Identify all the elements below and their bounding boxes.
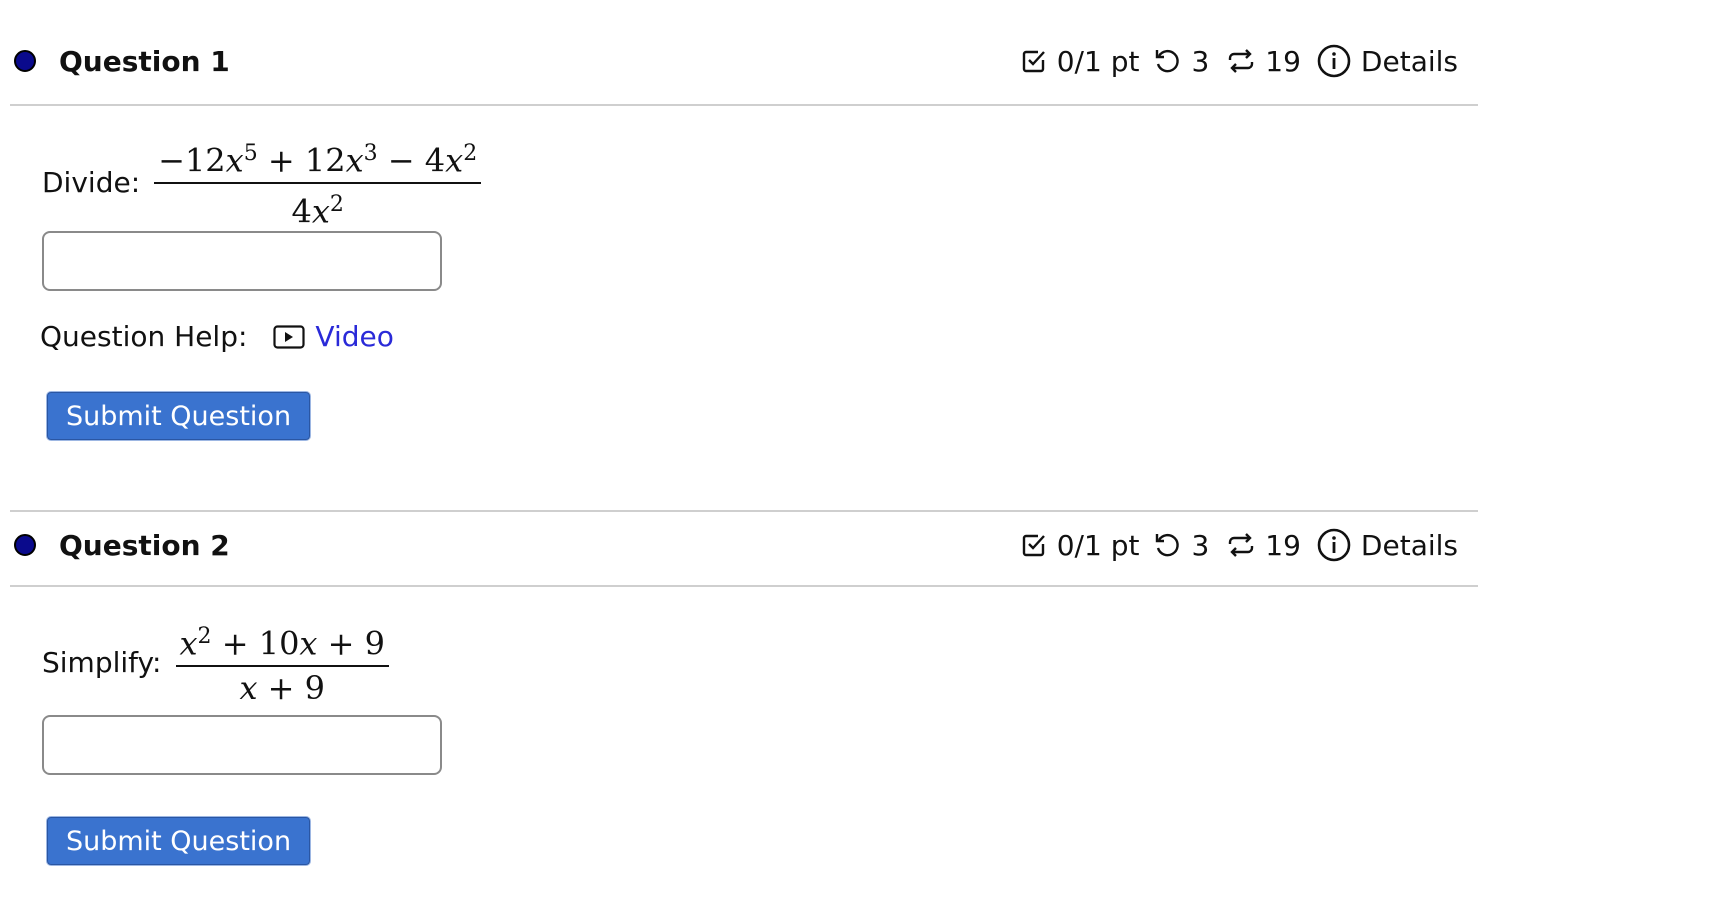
undo-icon — [1156, 49, 1180, 73]
undo-icon — [1156, 533, 1180, 557]
fraction-numerator: −12x5 + 12x3 − 4x2 — [158, 141, 478, 180]
video-link-label: Video — [315, 320, 394, 353]
score: 0/1 pt — [1021, 44, 1140, 78]
math-fraction: x2 + 10x + 9 x + 9 — [175, 616, 389, 709]
retries-count: 3 — [1191, 44, 1210, 78]
details-link[interactable]: Details — [1317, 44, 1458, 78]
fraction-numerator: x2 + 10x + 9 — [179, 624, 385, 663]
score-text: 0/1 pt — [1056, 44, 1140, 78]
details-link[interactable]: Details — [1317, 528, 1458, 562]
answer-input[interactable] — [42, 231, 442, 291]
retries-count: 3 — [1191, 528, 1210, 562]
checkbox-icon — [1022, 50, 1045, 73]
attempts-count: 19 — [1265, 528, 1301, 562]
score-text: 0/1 pt — [1056, 528, 1140, 562]
answer-input[interactable] — [42, 715, 442, 775]
submit-question-button[interactable]: Submit Question — [47, 817, 310, 865]
video-icon — [273, 324, 306, 349]
question-meta: 0/1 pt 3 19 Details — [1021, 528, 1458, 562]
question-prompt: Divide: −12x5 + 12x3 − 4x2 4x2 — [42, 133, 482, 232]
repeat-icon — [1229, 49, 1254, 73]
fraction-denominator: x + 9 — [239, 668, 326, 707]
details-label: Details — [1360, 44, 1458, 78]
fraction-denominator: 4x2 — [291, 191, 344, 231]
submit-question-button[interactable]: Submit Question — [47, 392, 310, 440]
header-divider — [10, 104, 1478, 106]
score: 0/1 pt — [1021, 528, 1140, 562]
question-1-header: Question 1 0/1 pt 3 19 Details — [10, 38, 1478, 86]
prompt-label: Simplify: — [42, 645, 162, 679]
checkbox-icon — [1022, 534, 1045, 557]
attempts-count: 19 — [1265, 44, 1301, 78]
status-dot-icon — [14, 50, 36, 72]
status-dot-icon — [14, 534, 36, 556]
math-fraction: −12x5 + 12x3 − 4x2 4x2 — [154, 133, 482, 232]
retries: 3 — [1153, 529, 1209, 562]
video-help-link[interactable]: Video — [273, 320, 394, 353]
question-2-header: Question 2 0/1 pt 3 19 Details — [10, 522, 1478, 570]
repeat-icon — [1229, 533, 1254, 557]
question-help: Question Help: Video — [40, 320, 394, 353]
retries: 3 — [1153, 45, 1209, 78]
attempts: 19 — [1227, 45, 1301, 78]
question-divider — [10, 510, 1478, 512]
question-title: Question 2 — [59, 529, 230, 562]
question-prompt: Simplify: x2 + 10x + 9 x + 9 — [42, 616, 389, 709]
question-title: Question 1 — [59, 45, 230, 78]
details-label: Details — [1360, 528, 1458, 562]
info-icon — [1317, 44, 1351, 78]
attempts: 19 — [1227, 529, 1301, 562]
question-meta: 0/1 pt 3 19 Details — [1021, 44, 1458, 78]
info-icon — [1317, 528, 1351, 562]
help-label: Question Help: — [40, 320, 248, 353]
header-divider — [10, 585, 1478, 587]
prompt-label: Divide: — [42, 166, 141, 200]
